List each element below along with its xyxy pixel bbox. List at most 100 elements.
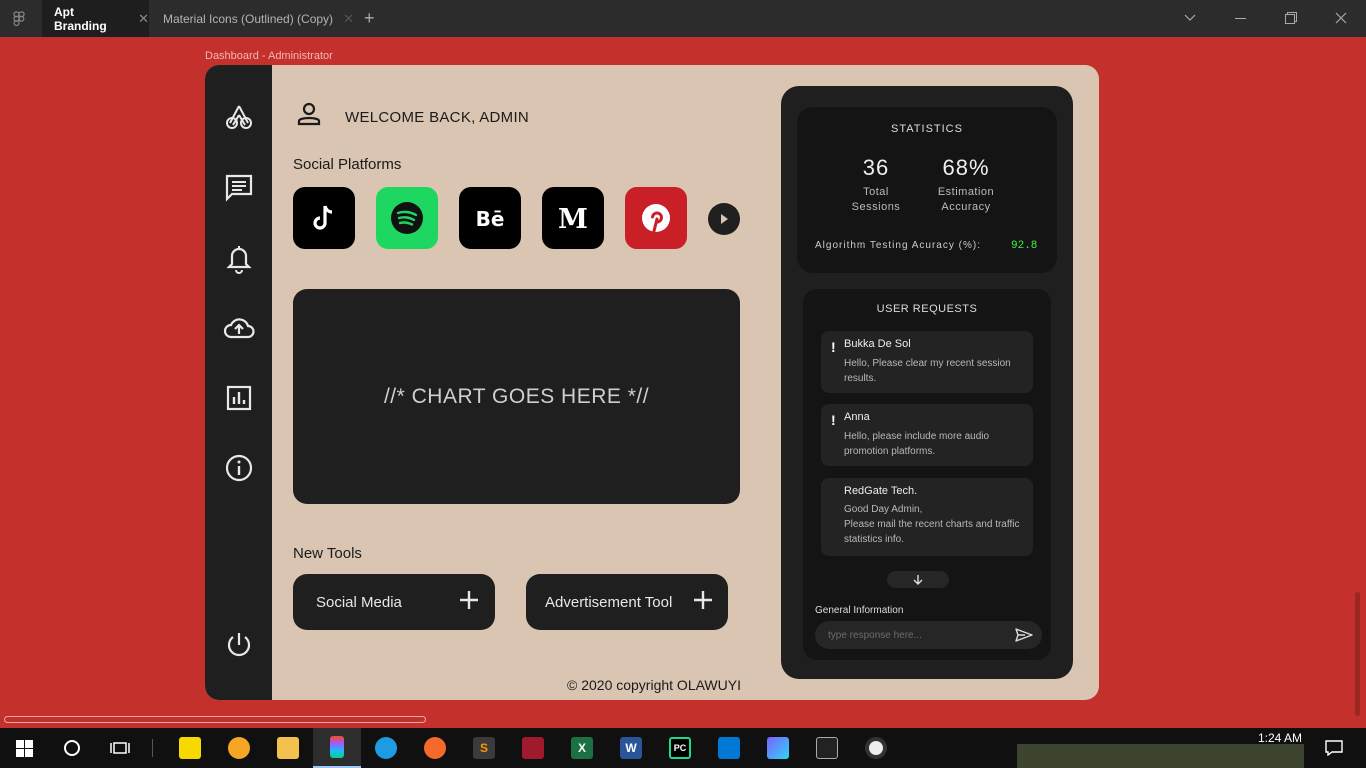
- svg-text:M: M: [558, 204, 588, 235]
- right-panel: STATISTICS 36 Total Sessions 68% Estimat…: [781, 86, 1073, 679]
- load-more-button[interactable]: [887, 571, 949, 588]
- advertisement-tool-button[interactable]: Advertisement Tool: [526, 574, 728, 630]
- social-platforms-title: Social Platforms: [293, 156, 402, 173]
- request-item[interactable]: ! Anna Hello, please include more audio …: [821, 404, 1033, 466]
- vertical-scrollbar[interactable]: [1355, 592, 1360, 716]
- pinterest-button[interactable]: [625, 187, 687, 249]
- action-center-button[interactable]: [1310, 728, 1358, 768]
- statistics-title: STATISTICS: [891, 123, 963, 135]
- minimize-icon[interactable]: [1235, 18, 1246, 20]
- algorithm-accuracy-value: 92.8: [1011, 240, 1038, 252]
- sticky-notes-app[interactable]: [166, 728, 214, 768]
- alert-icon: !: [831, 412, 836, 428]
- request-sender: Bukka De Sol: [844, 338, 911, 350]
- notification-center-icon: [1325, 740, 1343, 756]
- copyright-text: © 2020 copyright OLAWUYI: [567, 677, 741, 693]
- tiktok-button[interactable]: [293, 187, 355, 249]
- tab-label: Apt Branding: [54, 4, 107, 33]
- mendeley-app[interactable]: [509, 728, 557, 768]
- close-tab-icon[interactable]: ✕: [138, 11, 149, 27]
- figma-menu-icon[interactable]: [11, 11, 27, 27]
- dashboard-card: WELCOME BACK, ADMIN Social Platforms Bē …: [205, 65, 1099, 700]
- folder-icon: [277, 737, 299, 759]
- add-icon: [460, 591, 478, 609]
- chevron-down-icon[interactable]: [1184, 14, 1196, 22]
- svg-text:Bē: Bē: [476, 207, 505, 231]
- frame-label[interactable]: Dashboard - Administrator: [205, 50, 333, 62]
- spotify-button[interactable]: [376, 187, 438, 249]
- cloud-upload-icon[interactable]: [222, 311, 255, 344]
- pinterest-icon: [642, 204, 670, 233]
- response-input[interactable]: [815, 621, 1010, 649]
- music-app[interactable]: [852, 728, 900, 768]
- messages-icon[interactable]: [222, 171, 255, 204]
- medium-icon: M: [558, 204, 588, 235]
- user-icon: [297, 102, 321, 126]
- welcome-heading: WELCOME BACK, ADMIN: [345, 109, 530, 126]
- file-explorer-app[interactable]: [264, 728, 312, 768]
- cortana-button[interactable]: [48, 728, 96, 768]
- request-message: Hello, please include more audio promoti…: [844, 431, 990, 457]
- excel-icon: X: [571, 737, 593, 759]
- figma-app[interactable]: [313, 728, 361, 768]
- new-tab-icon[interactable]: +: [364, 8, 375, 29]
- tab-apt-branding[interactable]: Apt Branding ✕: [42, 0, 149, 37]
- user-requests-card: USER REQUESTS ! Bukka De Sol Hello, Plea…: [803, 289, 1051, 660]
- notifications-icon[interactable]: [222, 241, 255, 274]
- restore-icon[interactable]: [1285, 12, 1297, 24]
- close-window-icon[interactable]: [1335, 12, 1347, 24]
- edge-app[interactable]: [362, 728, 410, 768]
- social-media-tool-button[interactable]: Social Media: [293, 574, 495, 630]
- algorithm-accuracy-label: Algorithm Testing Acuracy (%):: [815, 240, 981, 251]
- windows-icon: [15, 739, 33, 757]
- window-preview-thumbnail: [1017, 744, 1304, 768]
- terminal-app[interactable]: [803, 728, 851, 768]
- request-item[interactable]: RedGate Tech. Good Day Admin, Please mai…: [821, 478, 1033, 556]
- behance-icon: Bē: [476, 207, 505, 231]
- postman-app[interactable]: [411, 728, 459, 768]
- word-app[interactable]: W: [607, 728, 655, 768]
- request-item[interactable]: ! Bukka De Sol Hello, Please clear my re…: [821, 331, 1033, 393]
- spotify-icon: [391, 202, 423, 234]
- taskbar: S X W PC 1:24 AM: [0, 728, 1366, 768]
- statistics-card: STATISTICS 36 Total Sessions 68% Estimat…: [797, 107, 1057, 273]
- info-icon[interactable]: [222, 451, 255, 484]
- word-icon: W: [620, 737, 642, 759]
- terminal-icon: [816, 737, 838, 759]
- start-button[interactable]: [0, 728, 48, 768]
- generic-app[interactable]: [754, 728, 802, 768]
- close-tab-icon[interactable]: ✕: [343, 11, 354, 27]
- power-icon[interactable]: [222, 628, 255, 661]
- chart-placeholder: //* CHART GOES HERE *//: [293, 289, 740, 504]
- play-arrow-icon: [721, 214, 728, 224]
- task-view-button[interactable]: [96, 728, 144, 768]
- sublime-icon: S: [473, 737, 495, 759]
- behance-button[interactable]: Bē: [459, 187, 521, 249]
- excel-app[interactable]: X: [558, 728, 606, 768]
- pycharm-app[interactable]: PC: [656, 728, 704, 768]
- stat-value: 68%: [942, 155, 990, 180]
- bitwarden-icon: [228, 737, 250, 759]
- bitwarden-app[interactable]: [215, 728, 263, 768]
- vscode-app[interactable]: [705, 728, 753, 768]
- sublime-text-app[interactable]: S: [460, 728, 508, 768]
- add-icon: [694, 591, 712, 609]
- tool-label: Social Media: [316, 593, 402, 611]
- tab-label: Material Icons (Outlined) (Copy): [163, 11, 334, 26]
- send-icon[interactable]: [1015, 628, 1033, 642]
- medium-button[interactable]: M: [542, 187, 604, 249]
- analytics-icon[interactable]: [222, 381, 255, 414]
- clock[interactable]: 1:24 AM: [1258, 731, 1302, 745]
- figma-icon: [330, 736, 344, 758]
- tab-material-icons[interactable]: Material Icons (Outlined) (Copy) ✕: [150, 0, 360, 37]
- vscode-icon: [718, 737, 740, 759]
- logo-icon[interactable]: [222, 100, 255, 133]
- taskbar-divider: [142, 728, 162, 768]
- response-box: [815, 621, 1042, 649]
- alert-icon: !: [831, 339, 836, 355]
- pycharm-icon: PC: [669, 737, 691, 759]
- stat-value: 36: [862, 155, 890, 180]
- postman-icon: [424, 737, 446, 759]
- horizontal-scrollbar[interactable]: [4, 716, 426, 723]
- next-platforms-button[interactable]: [708, 203, 740, 235]
